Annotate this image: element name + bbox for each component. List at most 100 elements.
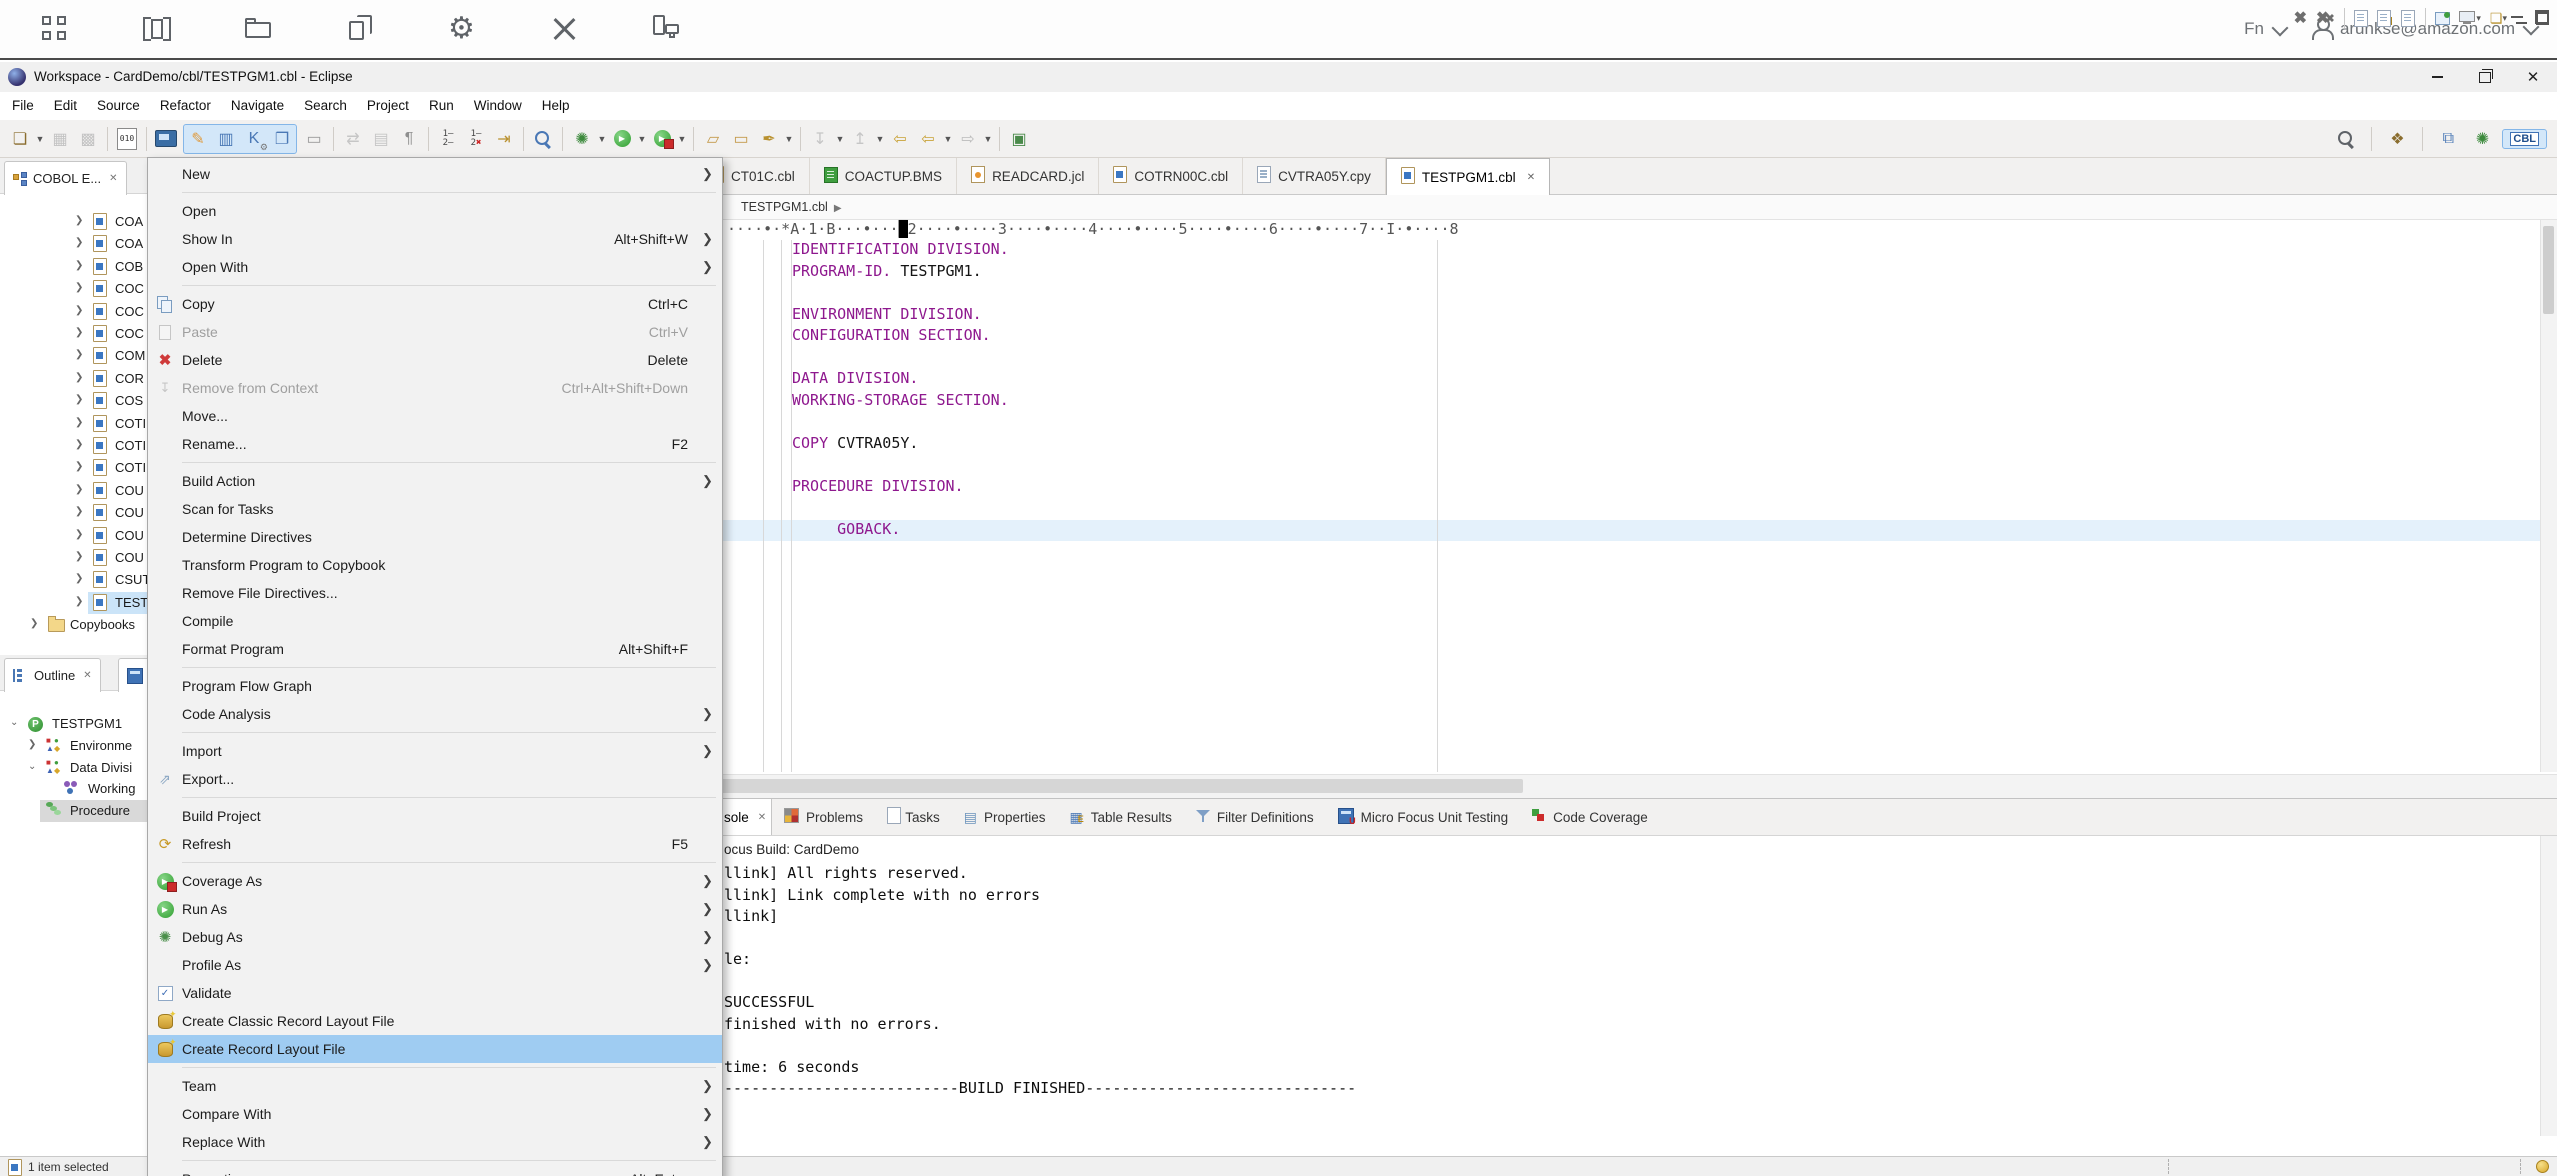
menu-item-rename[interactable]: Rename...F2 bbox=[148, 430, 722, 458]
forward-history-icon[interactable]: ⇨ bbox=[955, 125, 981, 153]
tab-micro-focus-unit-testing[interactable]: UMicro Focus Unit Testing bbox=[1326, 799, 1521, 835]
menu-item-open[interactable]: Open bbox=[148, 197, 722, 225]
chevron-right-icon[interactable]: ❯ bbox=[75, 215, 83, 226]
debug-icon[interactable]: ✺ bbox=[569, 125, 595, 153]
chevron-right-icon[interactable]: ❯ bbox=[75, 237, 83, 248]
menu-file[interactable]: File bbox=[2, 92, 44, 120]
chevron-right-icon[interactable]: ❯ bbox=[75, 372, 83, 383]
pin-console-icon[interactable] bbox=[2435, 5, 2450, 31]
debug-perspective-icon[interactable]: ✺ bbox=[2469, 125, 2495, 153]
menu-item-compile[interactable]: Compile bbox=[148, 607, 722, 635]
menu-item-delete[interactable]: ✖DeleteDelete bbox=[148, 346, 722, 374]
tab-outline[interactable]: Outline ✕ bbox=[4, 658, 101, 692]
editor-tab-coactup-bms[interactable]: COACTUP.BMS bbox=[810, 158, 957, 194]
team-perspective-icon[interactable]: ⧉ bbox=[2435, 125, 2461, 153]
new-wizard-icon[interactable]: ❏ bbox=[7, 125, 33, 153]
chevron-right-icon[interactable]: ❯ bbox=[75, 349, 83, 360]
menu-search[interactable]: Search bbox=[294, 92, 357, 120]
menu-item-profile-as[interactable]: Profile As❯ bbox=[148, 951, 722, 979]
chevron-right-icon[interactable]: ❯ bbox=[75, 394, 83, 405]
menu-item-build-project[interactable]: Build Project bbox=[148, 802, 722, 830]
remove-terminated-icon[interactable]: ✖✖ bbox=[2316, 5, 2335, 31]
open-folder-icon[interactable] bbox=[244, 14, 274, 44]
restore-button[interactable] bbox=[2461, 62, 2509, 92]
menu-item-determine-directives[interactable]: Determine Directives bbox=[148, 523, 722, 551]
menu-item-refresh[interactable]: ⟳RefreshF5 bbox=[148, 830, 722, 858]
open-perspective-icon[interactable]: ❖ bbox=[2384, 125, 2410, 153]
close-icon[interactable]: ✕ bbox=[83, 670, 91, 681]
shift-code-icon[interactable]: ⇥ bbox=[491, 125, 517, 153]
menu-item-coverage-as[interactable]: ▶Coverage As❯ bbox=[148, 867, 722, 895]
chevron-right-icon[interactable]: ❯ bbox=[75, 573, 83, 584]
display-devices-icon[interactable] bbox=[652, 14, 682, 44]
tab-properties[interactable]: ▤Properties bbox=[952, 799, 1058, 835]
apps-grid-icon[interactable] bbox=[40, 14, 70, 44]
chevron-right-icon[interactable]: ❯ bbox=[75, 484, 83, 495]
fn-keys-menu[interactable]: Fn bbox=[2244, 19, 2286, 39]
chevron-right-icon[interactable]: ❯ bbox=[75, 327, 83, 338]
chevron-right-icon[interactable]: ❯ bbox=[30, 618, 38, 629]
menu-item-replace-with[interactable]: Replace With❯ bbox=[148, 1128, 722, 1156]
menu-item-import[interactable]: Import❯ bbox=[148, 737, 722, 765]
display-console-icon[interactable]: ▾ bbox=[2459, 5, 2481, 31]
debug-dropdown[interactable]: ▼ bbox=[596, 125, 608, 153]
chevron-right-icon[interactable]: ❯ bbox=[75, 260, 83, 271]
chevron-right-icon[interactable]: ❯ bbox=[75, 282, 83, 293]
tab-filter-definitions[interactable]: Filter Definitions bbox=[1184, 799, 1326, 835]
back-history-dropdown[interactable]: ▼ bbox=[942, 125, 954, 153]
menu-item-validate[interactable]: ✓Validate bbox=[148, 979, 722, 1007]
editor-vertical-scrollbar[interactable] bbox=[2540, 220, 2557, 772]
chevron-right-icon[interactable]: ❯ bbox=[75, 461, 83, 472]
chevron-right-icon[interactable]: ❯ bbox=[28, 739, 36, 750]
terminate-icon[interactable]: ✖ bbox=[2294, 5, 2307, 31]
tab-tasks[interactable]: ✓Tasks bbox=[875, 799, 952, 835]
push-changes-dropdown[interactable]: ▼ bbox=[874, 125, 886, 153]
menu-item-new[interactable]: New❯ bbox=[148, 160, 722, 188]
menu-item-run-as[interactable]: ▶Run As❯ bbox=[148, 895, 722, 923]
close-icon[interactable]: ✕ bbox=[1527, 172, 1535, 183]
expand-copybooks-icon[interactable]: ❐ bbox=[269, 125, 295, 153]
run-coverage-icon[interactable]: ▶ bbox=[649, 125, 675, 153]
code-editor[interactable]: IDENTIFICATION DIVISION.PROGRAM-ID. TEST… bbox=[640, 240, 2540, 772]
menu-item-format-program[interactable]: Format ProgramAlt+Shift+F bbox=[148, 635, 722, 663]
chevron-right-icon[interactable]: ❯ bbox=[75, 305, 83, 316]
back-history-icon[interactable]: ⇦ bbox=[915, 125, 941, 153]
quick-annotate-dropdown[interactable]: ▼ bbox=[783, 125, 795, 153]
run-dropdown[interactable]: ▼ bbox=[636, 125, 648, 153]
smart-edit-marker-icon[interactable]: ✎ bbox=[185, 125, 211, 153]
show-margins-icon[interactable]: ▭ bbox=[301, 125, 327, 153]
menu-item-export[interactable]: ⇗Export... bbox=[148, 765, 722, 793]
remote-terminal-icon[interactable] bbox=[153, 125, 179, 153]
settings-gear-icon[interactable]: ⚙ bbox=[448, 14, 478, 44]
menu-help[interactable]: Help bbox=[532, 92, 580, 120]
menu-item-create-record-layout-file[interactable]: ✦Create Record Layout File bbox=[148, 1035, 722, 1063]
minimize-button[interactable] bbox=[2413, 62, 2461, 92]
tab-cobol-explorer[interactable]: COBOL E... ✕ bbox=[4, 161, 127, 195]
menu-item-open-with[interactable]: Open With❯ bbox=[148, 253, 722, 281]
window-panels-icon[interactable] bbox=[142, 14, 172, 44]
console-scrollbar[interactable] bbox=[2540, 836, 2557, 1136]
run-coverage-dropdown[interactable]: ▼ bbox=[676, 125, 688, 153]
menu-item-compare-with[interactable]: Compare With❯ bbox=[148, 1100, 722, 1128]
tab-table-results[interactable]: ▦ETable Results bbox=[1058, 799, 1184, 835]
menu-source[interactable]: Source bbox=[87, 92, 150, 120]
menu-item-code-analysis[interactable]: Code Analysis❯ bbox=[148, 700, 722, 728]
menu-item-program-flow-graph[interactable]: Program Flow Graph bbox=[148, 672, 722, 700]
cobol-numbering-icon[interactable]: K⚙ bbox=[241, 125, 267, 153]
menu-item-properties[interactable]: PropertiesAlt+Enter bbox=[148, 1165, 722, 1176]
menu-item-show-in[interactable]: Show InAlt+Shift+W❯ bbox=[148, 225, 722, 253]
chevron-right-icon[interactable]: ❯ bbox=[75, 417, 83, 428]
back-to-last-edit-icon[interactable]: ⇦ bbox=[887, 125, 913, 153]
open-resource-icon[interactable]: ▱ bbox=[700, 125, 726, 153]
editor-tab-readcard-jcl[interactable]: READCARD.jcl bbox=[957, 158, 1099, 194]
quick-annotate-icon[interactable]: ✒ bbox=[756, 125, 782, 153]
search-declaration-icon[interactable] bbox=[530, 125, 556, 153]
tab-code-coverage[interactable]: Code Coverage bbox=[1520, 799, 1660, 835]
word-wrap-icon[interactable]: ↵ bbox=[2401, 5, 2416, 31]
chevron-down-icon[interactable]: ⌄ bbox=[28, 761, 36, 772]
maximize-icon[interactable] bbox=[2536, 5, 2549, 31]
menu-edit[interactable]: Edit bbox=[44, 92, 87, 120]
chevron-right-icon[interactable]: ❯ bbox=[75, 596, 83, 607]
console-output[interactable]: llink] All rights reserved.llink] Link c… bbox=[640, 864, 2540, 1101]
menu-item-create-classic-record-layout-file[interactable]: ✦Create Classic Record Layout File bbox=[148, 1007, 722, 1035]
